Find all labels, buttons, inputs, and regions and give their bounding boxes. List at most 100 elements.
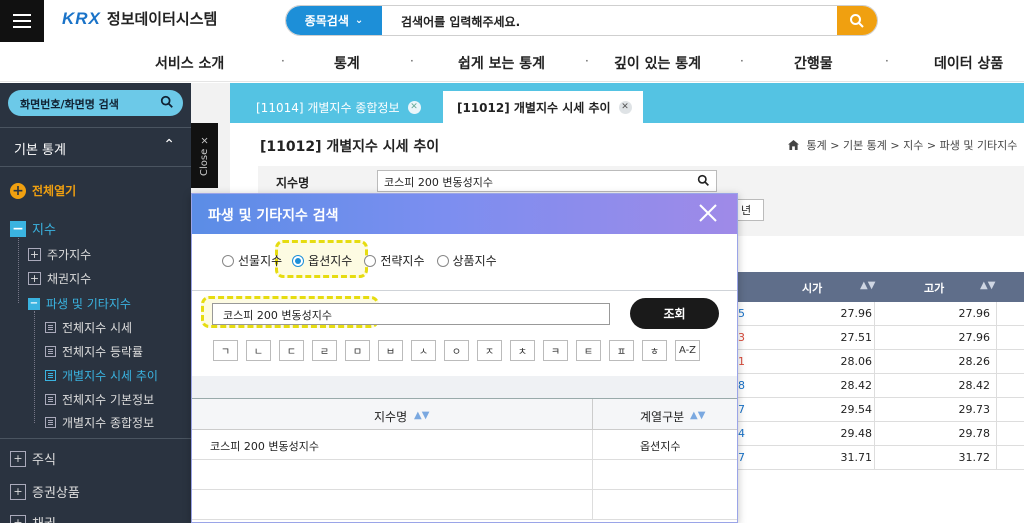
nav-item-deep-statistics[interactable]: 깊이 있는 통계 [614, 53, 701, 73]
result-index-name[interactable]: 코스피 200 변동성지수 [210, 438, 319, 454]
table-row: 7 29.54 29.73 [738, 398, 1024, 422]
sidebar-item-label: 개별지수 시세 추이 [62, 369, 158, 383]
consonant-key[interactable]: ㅌ [576, 340, 601, 361]
site-logo[interactable]: KRX 정보데이터시스템 [62, 8, 217, 29]
initial-consonant-filter: ㄱ ㄴ ㄷ ㄹ ㅁ ㅂ ㅅ ㅇ ㅈ ㅊ ㅋ ㅌ ㅍ ㅎ A-Z [213, 340, 700, 361]
search-icon[interactable] [697, 174, 710, 187]
sort-icon[interactable]: ▲▼ [414, 410, 429, 421]
sidebar-item-label: 파생 및 기타지수 [46, 297, 131, 311]
sidebar-section-header[interactable]: 기본 통계 ⌃ [0, 127, 191, 167]
query-button[interactable]: 조회 [630, 298, 719, 329]
consonant-key[interactable]: ㄷ [279, 340, 304, 361]
table-cell[interactable]: 3 [738, 331, 745, 344]
alphabet-key[interactable]: A-Z [675, 340, 700, 361]
index-search-modal: 파생 및 기타지수 검색 선물지수 옵션지수 전략지수 상품지수 코스피 200… [191, 193, 738, 523]
divider [192, 290, 737, 291]
index-name-field[interactable]: 코스피 200 변동성지수 [377, 170, 717, 192]
nav-item-easy-statistics[interactable]: 쉽게 보는 통계 [458, 53, 545, 73]
table-cell[interactable]: 5 [738, 307, 745, 320]
nav-item-statistics[interactable]: 통계 [334, 53, 360, 73]
column-header-group[interactable]: 계열구분 [640, 408, 684, 425]
sidebar-item-derivatives[interactable]: − 파생 및 기타지수 [28, 295, 131, 312]
consonant-key[interactable]: ㄴ [246, 340, 271, 361]
sidebar-item-all-change[interactable]: 전체지수 등락률 [45, 343, 143, 360]
sidebar-item-all-quotes[interactable]: 전체지수 시세 [45, 319, 132, 336]
table-cell[interactable]: 4 [738, 427, 745, 440]
tab-11014[interactable]: [11014] 개별지수 종합정보 ✕ [244, 91, 437, 123]
sidebar-close-button[interactable]: Close × [191, 123, 218, 188]
sidebar-item-label: 전체지수 등락률 [62, 345, 144, 359]
radio-strategy-index[interactable]: 전략지수 [364, 252, 425, 269]
consonant-key[interactable]: ㅊ [510, 340, 535, 361]
nav-item-service-intro[interactable]: 서비스 소개 [155, 53, 224, 73]
radio-label: 상품지수 [452, 254, 497, 268]
collapse-icon: − [28, 297, 40, 310]
sidebar-item-index[interactable]: − 지수 [10, 219, 56, 238]
close-icon[interactable] [697, 202, 719, 224]
sidebar-item-all-basic[interactable]: 전체지수 기본정보 [45, 391, 154, 408]
search-input[interactable]: 검색어를 입력해주세요. [401, 13, 520, 30]
sidebar-item-bonds[interactable]: + 채권 [10, 513, 56, 523]
sidebar-item-label: 주가지수 [47, 248, 92, 262]
close-icon[interactable]: ✕ [618, 100, 632, 114]
consonant-key[interactable]: ㅍ [609, 340, 634, 361]
table-cell[interactable]: 8 [738, 379, 745, 392]
document-icon [45, 322, 56, 333]
sidebar-item-bond-index[interactable]: + 채권지수 [28, 270, 91, 287]
nav-item-data-products[interactable]: 데이터 상품 [934, 53, 1003, 73]
table-row: 4 29.48 29.78 [738, 422, 1024, 446]
index-name-search-input[interactable]: 코스피 200 변동성지수 [212, 303, 610, 325]
table-row[interactable]: 코스피 200 변동성지수 옵션지수 [192, 430, 737, 460]
sort-icon[interactable]: ▲▼ [690, 410, 705, 421]
table-cell[interactable]: 7 [738, 403, 745, 416]
home-icon[interactable] [788, 140, 799, 150]
expand-all-button[interactable]: + 전체열기 [10, 182, 76, 199]
table-cell[interactable]: 7 [738, 451, 745, 464]
tab-11012[interactable]: [11012] 개별지수 시세 추이 ✕ [443, 91, 643, 123]
radio-commodity-index[interactable]: 상품지수 [436, 252, 497, 269]
expand-icon: + [28, 248, 41, 261]
sidebar-item-individual-trend[interactable]: 개별지수 시세 추이 [45, 367, 158, 384]
result-table-header: 지수명 ▲▼ 계열구분 ▲▼ [192, 398, 737, 431]
table-row: 3 27.51 27.96 [738, 326, 1024, 350]
close-icon[interactable]: ✕ [407, 100, 421, 114]
column-header-high[interactable]: 고가 [924, 280, 944, 296]
radio-button[interactable] [364, 254, 377, 267]
consonant-key[interactable]: ㅂ [378, 340, 403, 361]
sort-icon[interactable]: ▲▼ [980, 280, 995, 291]
hamburger-menu-button[interactable] [0, 0, 44, 42]
radio-button-selected[interactable] [292, 254, 305, 267]
collapse-icon: − [10, 220, 26, 237]
radio-option-index[interactable]: 옵션지수 [292, 252, 352, 269]
search-category-label: 종목검색 [304, 14, 349, 28]
logo-text: 정보데이터시스템 [106, 10, 218, 28]
search-icon[interactable] [160, 95, 174, 109]
sidebar-item-securities[interactable]: + 증권상품 [10, 482, 80, 501]
search-button[interactable] [837, 6, 877, 35]
nav-item-publications[interactable]: 간행물 [794, 53, 833, 73]
search-category-select[interactable]: 종목검색 ⌄ [286, 6, 382, 35]
consonant-key[interactable]: ㄱ [213, 340, 238, 361]
radio-button[interactable] [436, 254, 449, 267]
consonant-key[interactable]: ㅇ [444, 340, 469, 361]
column-header-open[interactable]: 시가 [802, 280, 822, 296]
column-header-index-name[interactable]: 지수명 [374, 408, 407, 425]
page-title: [11012] 개별지수 시세 추이 [260, 139, 440, 155]
consonant-key[interactable]: ㅋ [543, 340, 568, 361]
sidebar-item-individual-summary[interactable]: 개별지수 종합정보 [45, 414, 154, 431]
consonant-key[interactable]: ㄹ [312, 340, 337, 361]
consonant-key[interactable]: ㅅ [411, 340, 436, 361]
screen-search-input[interactable]: 화면번호/화면명 검색 [8, 90, 183, 116]
radio-futures-index[interactable]: 선물지수 [222, 252, 282, 269]
sidebar-item-stock-index[interactable]: + 주가지수 [28, 246, 91, 263]
tree-line [18, 238, 19, 303]
consonant-key[interactable]: ㅁ [345, 340, 370, 361]
sidebar-item-stocks[interactable]: + 주식 [10, 449, 56, 468]
consonant-key[interactable]: ㅈ [477, 340, 502, 361]
table-cell[interactable]: 1 [738, 355, 745, 368]
consonant-key[interactable]: ㅎ [642, 340, 667, 361]
sort-icon[interactable]: ▲▼ [860, 280, 875, 291]
radio-button[interactable] [222, 254, 234, 267]
nav-separator: · [585, 54, 589, 68]
table-row: 7 31.71 31.72 [738, 446, 1024, 470]
